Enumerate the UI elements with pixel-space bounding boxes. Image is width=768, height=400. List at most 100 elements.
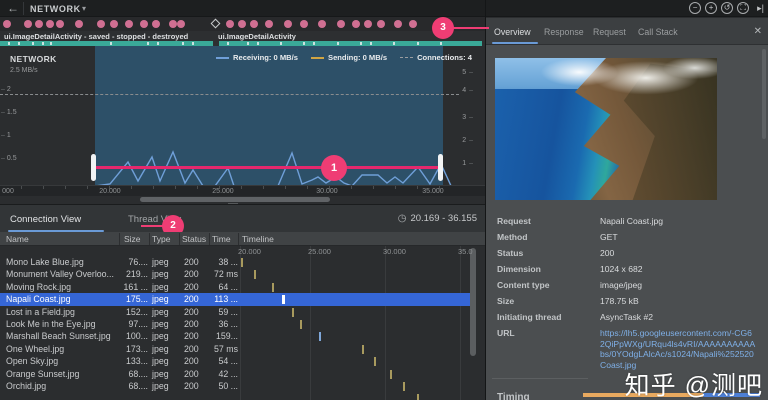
- table-row[interactable]: Open Sky.jpg 133... jpeg 200 54 ...: [0, 355, 470, 367]
- zoom-to-fit-icon[interactable]: ⛶: [737, 2, 750, 14]
- table-row[interactable]: Look Me in the Eye.jpg 97.... jpeg 200 36 ..…: [0, 318, 470, 330]
- cell-type: jpeg: [152, 306, 169, 317]
- cell-size: 68....: [128, 381, 148, 391]
- tick-mark: –: [1, 155, 5, 162]
- table-row[interactable]: [0, 392, 470, 400]
- touch-event-dot: [177, 20, 185, 28]
- panel-scrollbar-thumb[interactable]: [762, 49, 766, 139]
- top-toolbar: ← NETWORK ▾ − + ↺ ⛶ ▸|: [0, 0, 768, 17]
- reset-zoom-icon[interactable]: ↺: [721, 2, 734, 14]
- table-row[interactable]: Moving Rock.jpg 161 ... jpeg 200 64 ...: [0, 281, 470, 293]
- column-header-type[interactable]: Type: [152, 234, 170, 244]
- close-icon[interactable]: ✕: [754, 26, 762, 37]
- back-icon[interactable]: ←: [7, 1, 19, 15]
- cell-type: jpeg: [152, 319, 169, 329]
- activity-event-tick: [303, 42, 305, 45]
- activity-event-tick: [8, 42, 10, 45]
- table-row[interactable]: One Wheel.jpg 173... jpeg 200 57 ms: [0, 343, 470, 355]
- chart-scrollbar-thumb[interactable]: [140, 197, 330, 202]
- y-axis-tick-label: –2: [1, 86, 11, 93]
- cell-status: 200: [184, 368, 199, 379]
- field-value-url-link[interactable]: https://lh5.googleusercontent.com/-CG62Q…: [600, 328, 756, 370]
- cell-type: jpeg: [152, 331, 169, 342]
- clock-icon: ◷: [397, 213, 407, 224]
- touch-event-dot: [226, 20, 234, 28]
- watermark: 知乎 @测吧: [624, 372, 763, 400]
- tick-mark: –: [469, 114, 473, 121]
- callout-line-2: [141, 225, 163, 227]
- cell-name: Orange Sunset.jpg: [6, 368, 80, 379]
- field-label: URL: [497, 328, 515, 338]
- tick-value: 2: [462, 137, 467, 144]
- activity-event-tick: [227, 42, 229, 45]
- field-value: 1024 x 682: [600, 264, 643, 274]
- touch-event-dot: [265, 20, 273, 28]
- selection-handle-right[interactable]: [438, 154, 443, 181]
- detail-field-row: Dimension 1024 x 682: [497, 264, 757, 275]
- cell-time: 57 ms: [214, 343, 238, 354]
- table-row[interactable]: Mono Lake Blue.jpg 76.... jpeg 200 38 ...: [0, 256, 470, 268]
- touch-event-dot: [56, 20, 64, 28]
- tab-response[interactable]: Response: [544, 27, 584, 37]
- selection-handle-left[interactable]: [91, 154, 96, 181]
- column-header-size[interactable]: Size: [124, 234, 141, 244]
- table-row[interactable]: Lost in a Field.jpg 152... jpeg 200 59 ...: [0, 306, 470, 318]
- column-header-name[interactable]: Name: [6, 234, 29, 244]
- detail-field-row: Initiating thread AsyncTask #2: [497, 312, 757, 323]
- field-label: Content type: [497, 280, 550, 290]
- field-value: Napali Coast.jpg: [600, 216, 664, 226]
- timing-section-label: Timing: [497, 392, 530, 400]
- tab-connection-view[interactable]: Connection View: [10, 214, 81, 225]
- touch-event-dot: [364, 20, 372, 28]
- activity-event-tick: [50, 42, 52, 45]
- touch-event-dot: [75, 20, 83, 28]
- callout-badge-3: 3: [432, 17, 454, 39]
- chart-scrollbar-track[interactable]: [0, 196, 485, 205]
- legend-label: Connections: 4: [417, 53, 472, 62]
- x-axis-tick-label: 25.000: [212, 188, 234, 195]
- table-scrollbar-thumb[interactable]: [470, 248, 476, 356]
- touch-event-dot: [352, 20, 360, 28]
- timeline-request-tick: [271, 282, 274, 292]
- legend-item: Sending: 0 MB/s: [311, 53, 387, 62]
- chevron-down-icon[interactable]: ▾: [82, 4, 86, 13]
- timeline-request-tick: [389, 369, 392, 379]
- activity-event-tick: [393, 42, 395, 45]
- activity-event-tick: [147, 42, 149, 45]
- column-header-timeline[interactable]: Timeline: [242, 234, 274, 244]
- table-row[interactable]: Marshall Beach Sunset.jpg 100... jpeg 200 15…: [0, 330, 470, 342]
- collapse-panel-icon[interactable]: ▸|: [757, 3, 764, 14]
- table-row[interactable]: Orange Sunset.jpg 68.... jpeg 200 42 ...: [0, 368, 470, 380]
- tab-call-stack[interactable]: Call Stack: [638, 27, 678, 37]
- cell-size: 97....: [128, 319, 148, 329]
- zoom-out-icon[interactable]: −: [689, 2, 702, 14]
- activity-event-tick: [18, 42, 20, 45]
- timeline-request-tick: [373, 357, 376, 367]
- y-axis-tick-label: 4–: [462, 87, 473, 94]
- cell-time: 38 ...: [218, 257, 238, 267]
- network-usage-chart[interactable]: NETWORK 2.5 MB/s –2–1.5–1–0.5 5–4–3–2–1–…: [0, 46, 485, 185]
- cell-size: 68....: [128, 368, 148, 379]
- column-header-time[interactable]: Time: [212, 234, 231, 244]
- selection-range-line[interactable]: [96, 166, 441, 169]
- table-row[interactable]: Napali Coast.jpg 175... jpeg 200 113 ...: [0, 293, 470, 306]
- y-axis-tick-label: –0.5: [1, 155, 17, 162]
- detail-field-row: URL https://lh5.googleusercontent.com/-CG…: [497, 328, 757, 370]
- table-row[interactable]: Orchid.jpg 68.... jpeg 200 50 ...: [0, 380, 470, 392]
- touch-event-dot: [318, 20, 326, 28]
- tab-request[interactable]: Request: [593, 27, 626, 37]
- zoom-in-icon[interactable]: +: [705, 2, 718, 14]
- activity-event-tick: [32, 42, 34, 45]
- activity-event-tick: [337, 42, 339, 45]
- column-header-status[interactable]: Status: [182, 234, 206, 244]
- activity-event-tick: [257, 42, 259, 45]
- touch-event-dot: [35, 20, 43, 28]
- cell-status: 200: [184, 281, 199, 292]
- cell-size: 152...: [125, 306, 148, 317]
- cell-time: 42 ...: [218, 368, 238, 379]
- zoom-controls: − + ↺ ⛶ ▸|: [689, 2, 764, 14]
- tab-overview[interactable]: Overview: [494, 27, 531, 37]
- activity-event-tick: [417, 42, 419, 45]
- table-row[interactable]: Monument Valley Overloo... 219... jpeg 200 7…: [0, 268, 470, 280]
- field-value: 178.75 kB: [600, 296, 639, 306]
